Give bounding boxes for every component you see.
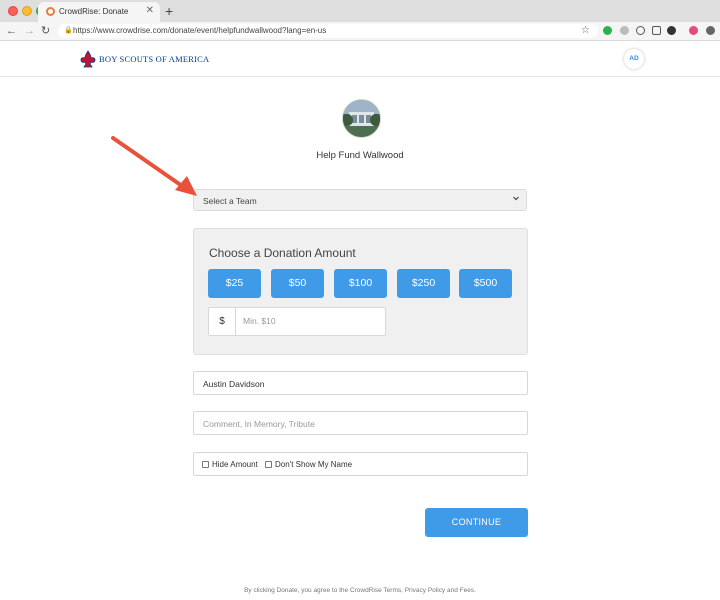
amount-button-250[interactable]: $250: [397, 269, 450, 298]
bsa-fleur-de-lis-icon: [80, 50, 96, 68]
menu-icon[interactable]: [706, 26, 715, 35]
amount-button-50[interactable]: $50: [271, 269, 324, 298]
logo-text[interactable]: BOY SCOUTS OF AMERICA: [99, 54, 209, 64]
annotation-arrow-icon: [111, 136, 197, 196]
back-arrow-icon[interactable]: ←: [6, 23, 17, 39]
address-bar[interactable]: 🔒 https://www.crowdrise.com/donate/event…: [58, 24, 598, 38]
browser-toolbar: ← → ↻ 🔒 https://www.crowdrise.com/donate…: [0, 22, 720, 41]
extension-icon[interactable]: [620, 26, 629, 35]
hide-amount-label[interactable]: Hide Amount: [212, 460, 258, 469]
continue-button[interactable]: CONTINUE: [425, 508, 528, 537]
extension-icon[interactable]: [667, 26, 676, 35]
evernote-extension-icon[interactable]: [603, 26, 612, 35]
chevron-down-icon: [513, 196, 519, 201]
hide-amount-checkbox[interactable]: [202, 461, 209, 468]
donation-amount-panel: Choose a Donation Amount $25 $50 $100 $2…: [193, 228, 528, 355]
new-tab-button[interactable]: +: [165, 2, 173, 20]
amount-button-500[interactable]: $500: [459, 269, 512, 298]
donor-name-value: Austin Davidson: [203, 379, 265, 389]
event-image: [342, 99, 381, 138]
hide-name-checkbox[interactable]: [265, 461, 272, 468]
reload-icon[interactable]: ↻: [41, 23, 50, 39]
bookmark-star-icon[interactable]: ☆: [581, 24, 590, 38]
tab-close-icon[interactable]: ✕: [146, 5, 154, 16]
custom-amount-field[interactable]: $ Min. $10: [208, 307, 386, 336]
terms-note: By clicking Donate, you agree to the Cro…: [244, 587, 476, 594]
crowdrise-favicon-icon: [46, 7, 55, 16]
comment-placeholder: Comment, In Memory, Tribute: [203, 419, 315, 429]
amount-button-100[interactable]: $100: [334, 269, 387, 298]
donor-name-field[interactable]: Austin Davidson: [193, 371, 528, 395]
panel-title: Choose a Donation Amount: [209, 246, 356, 260]
site-header: BOY SCOUTS OF AMERICA AD: [0, 41, 720, 77]
custom-amount-input[interactable]: Min. $10: [243, 316, 276, 326]
privacy-options: Hide Amount Don't Show My Name: [193, 452, 528, 476]
currency-symbol: $: [209, 308, 236, 335]
hide-name-label[interactable]: Don't Show My Name: [275, 460, 352, 469]
screenshot-extension-icon[interactable]: [652, 26, 661, 35]
search-extension-icon[interactable]: [636, 26, 645, 35]
browser-tab[interactable]: CrowdRise: Donate ✕: [38, 2, 160, 22]
browser-tab-bar: CrowdRise: Donate ✕ +: [0, 0, 720, 23]
tab-title: CrowdRise: Donate: [59, 7, 129, 16]
profile-icon[interactable]: [689, 26, 698, 35]
minimize-window-icon[interactable]: [22, 6, 32, 16]
url-text[interactable]: https://www.crowdrise.com/donate/event/h…: [73, 24, 326, 38]
amount-button-25[interactable]: $25: [208, 269, 261, 298]
forward-arrow-icon[interactable]: →: [24, 23, 35, 39]
avatar[interactable]: AD: [624, 49, 644, 69]
close-window-icon[interactable]: [8, 6, 18, 16]
team-select-value: Select a Team: [203, 196, 257, 206]
lock-icon: 🔒: [64, 27, 73, 34]
comment-field[interactable]: Comment, In Memory, Tribute: [193, 411, 528, 435]
team-select[interactable]: Select a Team: [193, 189, 527, 211]
